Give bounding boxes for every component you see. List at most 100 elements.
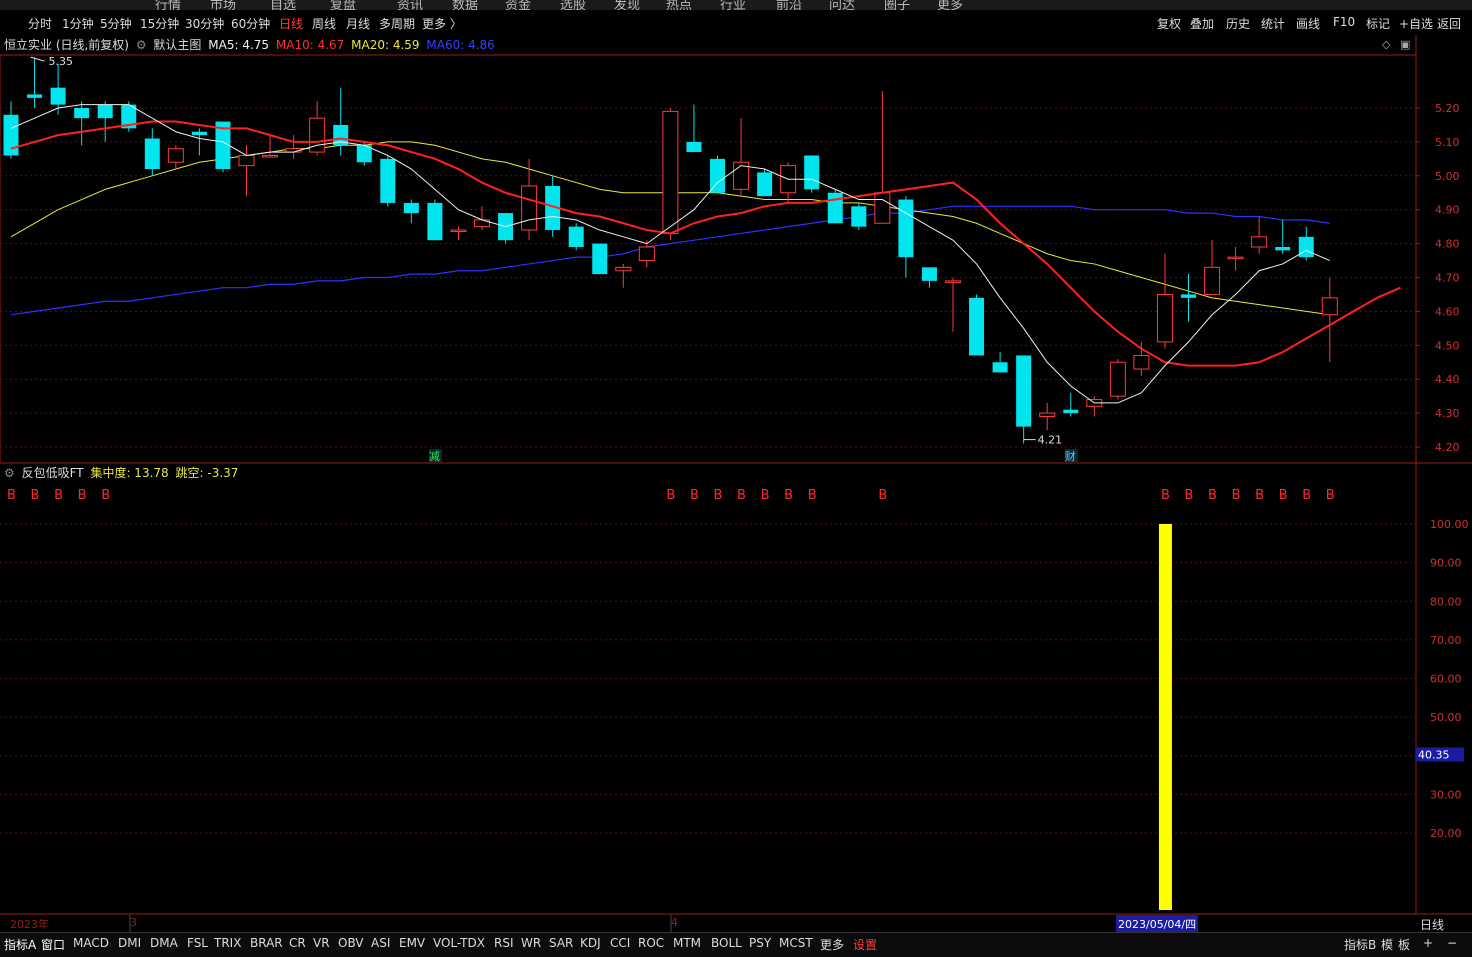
b-signal: B — [1302, 488, 1311, 503]
price-tick-label: 4.60 — [1435, 305, 1460, 318]
indicator-tick-label: 70.00 — [1430, 634, 1462, 647]
indicator-tab-7[interactable]: BRAR — [250, 936, 283, 950]
indicator-tabs-bar: 指标A 窗口 MACD DMI DMA FSL TRIX BRAR CR VR OBV ASI EMV V… — [0, 932, 1472, 957]
indicator-tab-20[interactable]: MTM — [673, 936, 701, 950]
indicator-tab-8[interactable]: CR — [289, 936, 306, 950]
candle-body-down — [827, 192, 843, 224]
candle-body-up — [1133, 354, 1150, 370]
b-signal: B — [784, 488, 793, 503]
candle-body-up — [450, 229, 467, 233]
indicator-tab-21[interactable]: BOLL — [711, 936, 742, 950]
candle-body-down — [1063, 409, 1079, 414]
bottom-right-3[interactable]: + — [1423, 936, 1433, 950]
indicator-tab-12[interactable]: EMV — [399, 936, 425, 950]
bottom-right-0[interactable]: 指标B — [1344, 936, 1376, 953]
price-tick-label: 4.70 — [1435, 272, 1460, 285]
candle-body-down — [686, 141, 702, 153]
date-axis: 2023年 3 4 2023/05/04/四 — [0, 914, 1416, 933]
indicator-tick-label: 60.00 — [1430, 673, 1462, 686]
candle-body-up — [945, 280, 961, 283]
kline-chart[interactable]: 5.20 5.10 5.00 4.90 4.80 4.70 4.60 4.50 4.40 4.30… — [0, 0, 1472, 932]
indicator-tab-25[interactable]: 设置 — [853, 936, 877, 953]
high-pointer — [30, 56, 45, 62]
date-month-4: 4 — [671, 916, 678, 929]
cursor-date: 2023/05/04/四 — [1116, 915, 1199, 933]
candle-body-up — [1227, 256, 1244, 260]
candle-body-down — [804, 155, 820, 190]
candle-body-down — [1298, 236, 1314, 258]
candle-body-down — [592, 243, 608, 275]
candle-body-up — [874, 192, 891, 224]
b-signal: B — [737, 488, 746, 503]
b-signal: B — [31, 488, 40, 503]
candle-body-up — [1251, 236, 1268, 248]
price-tick-label: 5.00 — [1435, 170, 1460, 183]
price-tick-label: 5.10 — [1435, 136, 1460, 149]
candle-body-down — [3, 114, 19, 156]
b-signal: B — [1232, 488, 1241, 503]
candle-body-down — [27, 94, 43, 98]
b-signal: B — [1326, 488, 1335, 503]
bottom-right-2[interactable]: 板 — [1398, 936, 1410, 953]
candle-body-up — [262, 154, 279, 158]
indicator-tab-4[interactable]: DMA — [150, 936, 178, 950]
candle-body-down — [74, 108, 90, 119]
candle-body-down — [969, 297, 985, 356]
indicator-tab-0[interactable]: 指标A — [4, 936, 36, 953]
candle-body-down — [1275, 246, 1291, 251]
date-year-label: 2023年 — [10, 918, 49, 931]
indicator-tab-5[interactable]: FSL — [187, 936, 208, 950]
indicator-tab-2[interactable]: MACD — [73, 936, 109, 950]
indicator-tab-17[interactable]: KDJ — [580, 936, 601, 950]
date-month-3: 3 — [130, 916, 137, 929]
candle-body-down — [1016, 355, 1032, 427]
indicator-tab-19[interactable]: ROC — [638, 936, 664, 950]
indicator-tick-label: 50.00 — [1430, 711, 1462, 724]
indicator-tab-13[interactable]: VOL-TDX — [433, 936, 485, 950]
b-signal: B — [666, 488, 675, 503]
event-marker-label: 财 — [1065, 449, 1076, 463]
b-signal: B — [808, 488, 817, 503]
candle-body-down — [710, 158, 725, 193]
b-signal: B — [1161, 488, 1170, 503]
indicator-tab-15[interactable]: WR — [521, 936, 541, 950]
indicator-tab-10[interactable]: OBV — [338, 936, 364, 950]
candle-body-up — [521, 185, 538, 231]
candle-body-up — [238, 154, 255, 167]
indicator-tab-22[interactable]: PSY — [749, 936, 771, 950]
indicator-tab-1[interactable]: 窗口 — [41, 936, 65, 953]
indicator-tick-label: 90.00 — [1430, 557, 1462, 570]
indicator-tab-6[interactable]: TRIX — [214, 936, 241, 950]
bottom-right-4[interactable]: − — [1447, 936, 1457, 950]
candle-body-down — [50, 87, 66, 105]
price-tick-label: 4.50 — [1435, 339, 1460, 352]
indicator-tab-3[interactable]: DMI — [118, 936, 141, 950]
b-signal: B — [761, 488, 770, 503]
indicator-tab-14[interactable]: RSI — [494, 936, 514, 950]
candle-body-up — [615, 266, 632, 272]
indicator-tick-label: 100.00 — [1430, 518, 1469, 531]
indicator-tab-23[interactable]: MCST — [779, 936, 813, 950]
indicator-tab-9[interactable]: VR — [313, 936, 330, 950]
candle-body-up — [638, 246, 655, 262]
b-signal: B — [7, 488, 16, 503]
candle-body-up — [1109, 361, 1126, 397]
indicator-tab-18[interactable]: CCI — [610, 936, 630, 950]
bottom-right-1[interactable]: 模 — [1381, 936, 1393, 953]
b-signal: B — [878, 488, 887, 503]
indicator-bar — [1158, 524, 1172, 910]
candle-body-up — [1321, 297, 1338, 316]
current-value-label: 40.35 — [1418, 748, 1450, 761]
candle-body-down — [144, 138, 160, 170]
b-signal: B — [1279, 488, 1288, 503]
event-marker-label: 减 — [429, 450, 440, 463]
b-signal: B — [54, 488, 63, 503]
b-signal: B — [690, 488, 699, 503]
b-signal: B — [1185, 488, 1194, 503]
indicator-tab-11[interactable]: ASI — [371, 936, 390, 950]
indicator-tab-24[interactable]: 更多 — [820, 936, 844, 953]
b-signal: B — [1255, 488, 1264, 503]
high-price-label: 5.35 — [49, 55, 74, 68]
candle-body-down — [851, 206, 867, 227]
indicator-tab-16[interactable]: SAR — [549, 936, 573, 950]
